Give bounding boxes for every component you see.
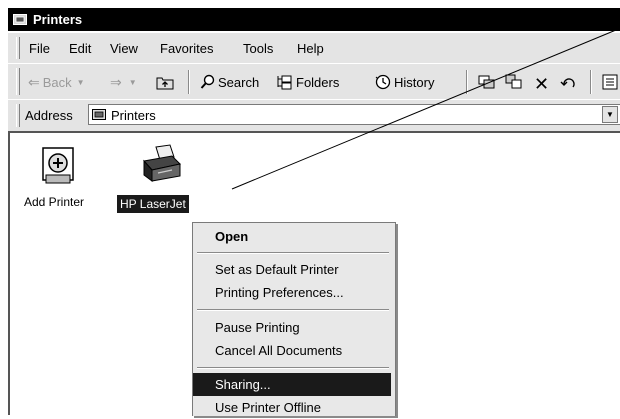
window-title: Printers: [33, 12, 83, 27]
back-arrow-icon: ⇐: [28, 74, 40, 90]
menu-bar-grip[interactable]: [16, 37, 20, 59]
title-bar: Printers: [8, 8, 620, 31]
printer-icon[interactable]: [138, 143, 184, 185]
back-dropdown-icon[interactable]: ▼: [77, 78, 85, 87]
folders-label: Folders: [296, 74, 340, 90]
up-folder-icon: [156, 77, 174, 90]
back-label: Back: [42, 75, 72, 90]
menu-set-default-printer[interactable]: Set as Default Printer: [193, 258, 391, 281]
menu-cancel-all-documents[interactable]: Cancel All Documents: [193, 339, 391, 362]
menu-preferences-label: Printing Preferences...: [215, 285, 344, 300]
move-to-icon: [478, 75, 495, 89]
menu-use-printer-offline[interactable]: Use Printer Offline: [193, 396, 391, 419]
menu-pause-label: Pause Printing: [215, 320, 300, 335]
toolbar-separator: [590, 70, 592, 94]
menu-separator: [197, 309, 389, 311]
menu-bar: File Edit View Favorites Tools Help: [8, 32, 620, 64]
address-field[interactable]: Printers ▼: [88, 104, 620, 125]
forward-button[interactable]: ⇒ ▼: [110, 74, 137, 91]
search-label: Search: [218, 74, 260, 90]
menu-sharing-label: Sharing...: [215, 377, 271, 392]
views-icon: [602, 74, 618, 90]
menu-file[interactable]: File: [29, 41, 50, 56]
address-label: Address: [25, 108, 73, 123]
add-printer-icon[interactable]: [40, 145, 76, 185]
printers-folder-icon: [13, 14, 27, 25]
address-dropdown-button[interactable]: ▼: [602, 106, 618, 123]
delete-x-icon: ✕: [534, 74, 550, 94]
menu-tools[interactable]: Tools: [243, 41, 273, 56]
undo-icon: [560, 78, 575, 88]
address-bar-grip[interactable]: [16, 104, 20, 127]
move-to-button[interactable]: [478, 74, 496, 90]
search-icon: [200, 74, 215, 89]
toolbar-separator: [466, 70, 468, 94]
menu-open[interactable]: Open: [193, 225, 391, 248]
menu-separator: [197, 252, 389, 254]
search-button[interactable]: Search: [200, 74, 259, 90]
menu-pause-printing[interactable]: Pause Printing: [193, 316, 391, 339]
history-clock-icon: [375, 74, 391, 90]
add-printer-label[interactable]: Add Printer: [24, 195, 84, 209]
address-value: Printers: [111, 108, 156, 123]
back-button[interactable]: ⇐ Back ▼: [28, 74, 85, 91]
menu-offline-label: Use Printer Offline: [215, 400, 321, 415]
printer-context-menu: Open Set as Default Printer Printing Pre…: [192, 222, 396, 416]
menu-separator: [197, 367, 389, 369]
menu-sharing[interactable]: Sharing...: [193, 373, 391, 396]
delete-button[interactable]: ✕: [534, 74, 549, 95]
toolbar: ⇐ Back ▼ ⇒ ▼ Search Folders History ✕: [8, 63, 620, 100]
toolbar-grip[interactable]: [16, 68, 20, 95]
up-folder-button[interactable]: [156, 74, 174, 90]
forward-arrow-icon: ⇒: [110, 74, 122, 90]
menu-edit[interactable]: Edit: [69, 41, 91, 56]
history-label: History: [394, 74, 435, 90]
toolbar-separator: [188, 70, 190, 94]
address-bar: Address Printers ▼: [8, 99, 620, 132]
menu-cancel-all-label: Cancel All Documents: [215, 343, 343, 358]
menu-open-label: Open: [215, 229, 249, 244]
undo-button[interactable]: [560, 74, 578, 90]
copy-to-button[interactable]: [505, 74, 523, 90]
menu-printing-preferences[interactable]: Printing Preferences...: [193, 281, 391, 304]
printers-folder-icon: [92, 109, 106, 120]
copy-to-icon: [505, 74, 522, 89]
menu-help[interactable]: Help: [297, 41, 324, 56]
folders-button[interactable]: Folders: [276, 74, 339, 90]
views-button[interactable]: [602, 74, 618, 90]
menu-view[interactable]: View: [110, 41, 138, 56]
forward-dropdown-icon[interactable]: ▼: [129, 78, 137, 87]
history-button[interactable]: History: [374, 74, 434, 90]
folders-tree-icon: [277, 75, 292, 90]
hp-laserjet-label[interactable]: HP LaserJet: [117, 195, 189, 213]
menu-set-default-label: Set as Default Printer: [215, 262, 339, 277]
menu-favorites[interactable]: Favorites: [160, 41, 213, 56]
